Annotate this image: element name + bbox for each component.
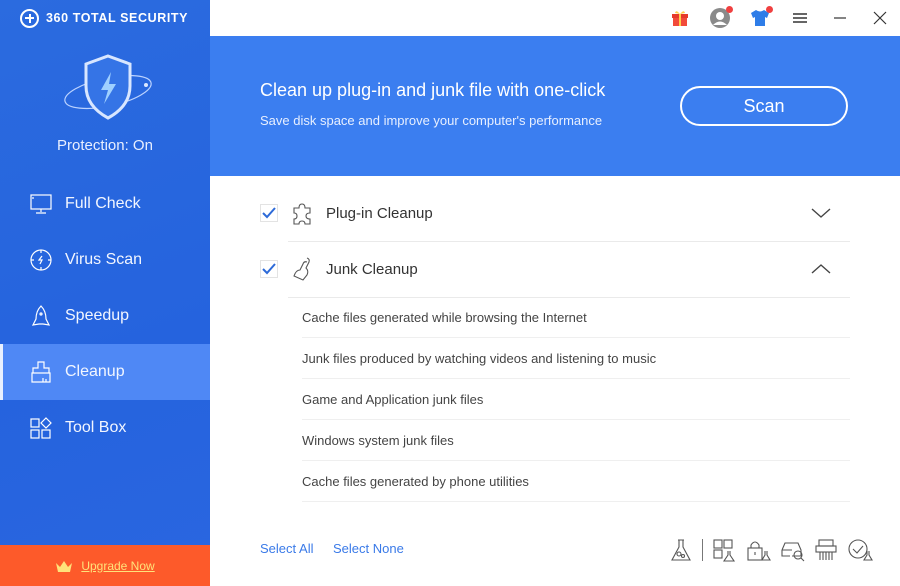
menu-icon[interactable] <box>789 7 811 29</box>
checkbox-checked-icon[interactable] <box>260 204 278 222</box>
section-plugin-cleanup[interactable]: Plug-in Cleanup <box>260 185 850 241</box>
chevron-down-icon[interactable] <box>810 202 832 224</box>
section-label: Plug-in Cleanup <box>326 204 433 222</box>
gift-icon[interactable] <box>669 7 691 29</box>
account-icon[interactable] <box>709 6 733 29</box>
junk-item[interactable]: Cache files generated by phone utilities <box>302 461 850 502</box>
sidebar-item-label: Speedup <box>65 307 130 324</box>
toolbox-icon <box>30 417 52 439</box>
scan-button[interactable]: Scan <box>680 86 848 126</box>
disk-analyzer-icon[interactable] <box>779 537 805 563</box>
virus-scan-icon <box>30 249 52 271</box>
sidebar-item-tool-box[interactable]: Tool Box <box>0 400 210 456</box>
title-bar <box>210 0 900 36</box>
notification-dot <box>766 6 773 13</box>
checkbox-checked-icon[interactable] <box>260 260 278 278</box>
upgrade-bar: Upgrade Now <box>0 545 210 586</box>
shredder-icon[interactable] <box>813 537 839 563</box>
skin-icon[interactable] <box>749 6 773 29</box>
privacy-lock-icon[interactable] <box>745 537 771 563</box>
select-all-link[interactable]: Select All <box>260 541 313 556</box>
sidebar-item-label: Cleanup <box>65 363 125 380</box>
app-manager-icon[interactable] <box>711 537 737 563</box>
rocket-icon <box>31 305 51 326</box>
junk-item[interactable]: Game and Application junk files <box>302 379 850 420</box>
minimize-icon[interactable] <box>829 7 851 29</box>
section-label: Junk Cleanup <box>326 260 418 278</box>
monitor-icon <box>30 194 52 214</box>
brand-name: 360 TOTAL SECURITY <box>46 11 189 25</box>
banner-title: Clean up plug-in and junk file with one-… <box>260 80 606 100</box>
brand-logo-icon <box>20 8 39 28</box>
sidebar-nav: Full Check Virus Scan Speedup Cleanup To… <box>0 176 210 456</box>
chevron-up-icon[interactable] <box>810 258 832 280</box>
scheduled-clean-icon[interactable] <box>847 537 873 563</box>
sidebar-item-label: Tool Box <box>65 419 127 436</box>
sidebar-item-cleanup[interactable]: Cleanup <box>0 344 210 400</box>
brand: 360 TOTAL SECURITY <box>20 8 188 28</box>
lab-icon[interactable] <box>668 537 694 563</box>
crown-icon <box>56 560 73 572</box>
sidebar-item-speedup[interactable]: Speedup <box>0 288 210 344</box>
section-junk-cleanup[interactable]: Junk Cleanup <box>260 241 850 297</box>
sidebar-item-full-check[interactable]: Full Check <box>0 176 210 232</box>
select-none-link[interactable]: Select None <box>333 541 404 556</box>
sidebar-item-label: Full Check <box>65 195 141 212</box>
puzzle-icon <box>293 203 311 225</box>
tool-shortcuts <box>668 537 873 563</box>
sidebar-item-virus-scan[interactable]: Virus Scan <box>0 232 210 288</box>
broom-icon <box>31 361 51 383</box>
junk-item[interactable]: Cache files generated while browsing the… <box>302 297 850 338</box>
close-icon[interactable] <box>869 7 891 29</box>
notification-dot <box>726 6 733 13</box>
sidebar: 360 TOTAL SECURITY Protection: On Full C… <box>0 0 210 586</box>
protection-status: Protection: On <box>57 137 153 154</box>
broom-icon <box>293 257 310 281</box>
junk-item[interactable]: Windows system junk files <box>302 420 850 461</box>
junk-item[interactable]: Junk files produced by watching videos a… <box>302 338 850 379</box>
sidebar-item-label: Virus Scan <box>65 251 143 268</box>
upgrade-now-link[interactable]: Upgrade Now <box>81 559 154 573</box>
banner: Clean up plug-in and junk file with one-… <box>210 36 900 176</box>
banner-subtitle: Save disk space and improve your compute… <box>260 113 603 128</box>
divider <box>702 539 703 561</box>
shield-icon <box>64 54 152 120</box>
